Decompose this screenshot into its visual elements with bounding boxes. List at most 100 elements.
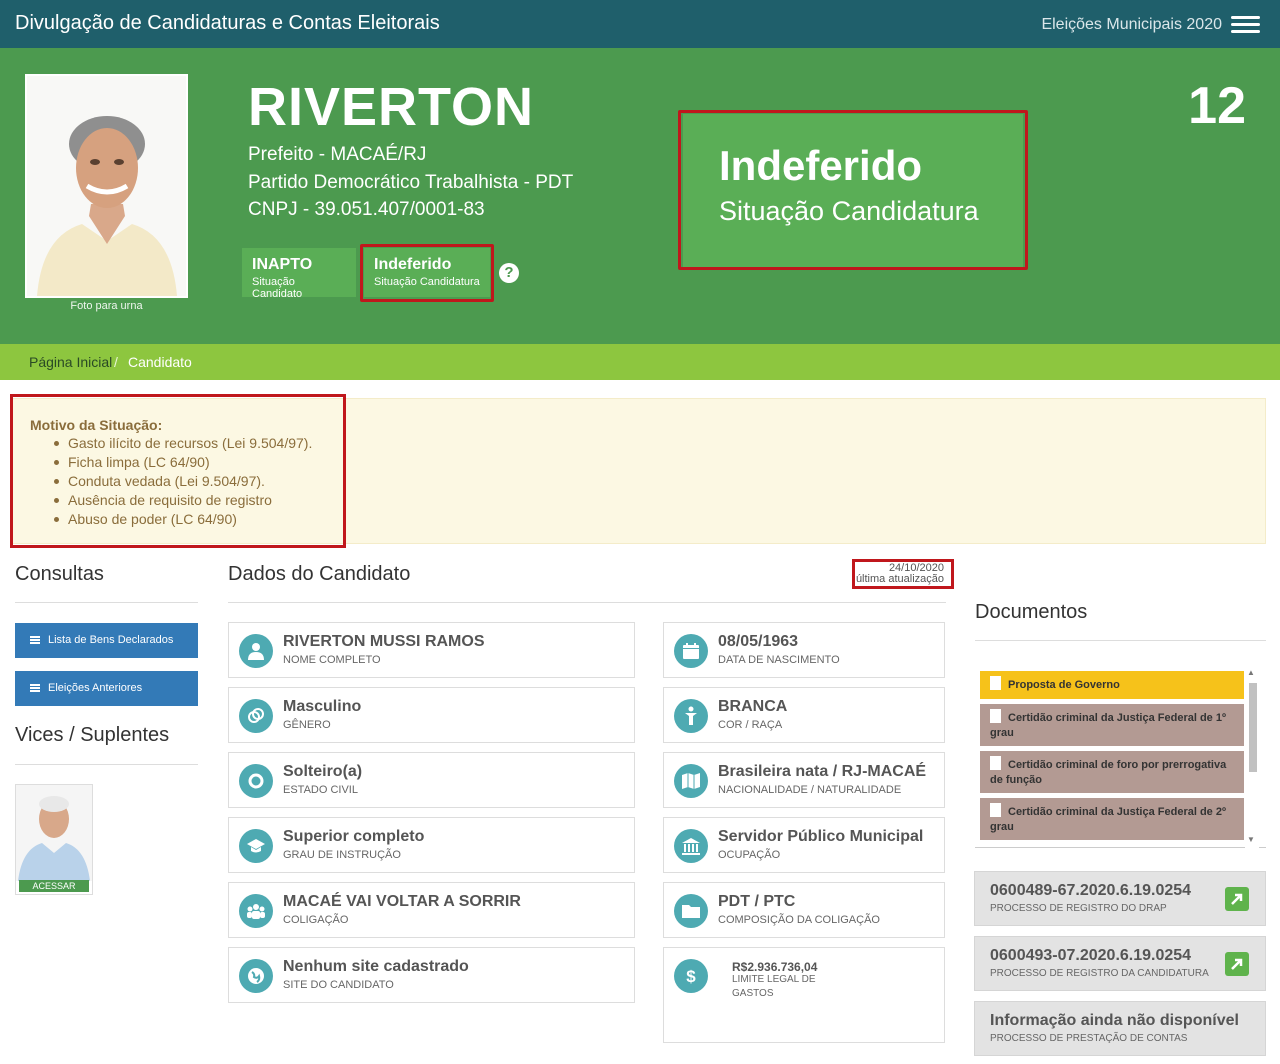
- card-label: COLIGAÇÃO: [283, 914, 349, 926]
- documents-list[interactable]: Proposta de Governo Certidão criminal da…: [975, 662, 1266, 848]
- situation-reason-title: Motivo da Situação:: [30, 417, 163, 433]
- card-label: OCUPAÇÃO: [718, 849, 781, 861]
- breadcrumb-separator: /: [114, 354, 118, 370]
- button-label: Lista de Bens Declarados: [48, 634, 174, 646]
- card-value: Nenhum site cadastrado: [283, 958, 469, 975]
- external-link-icon[interactable]: [1225, 887, 1249, 911]
- candidate-status-badge: INAPTO Situação Candidato: [242, 248, 356, 300]
- vices-heading: Vices / Suplentes: [15, 724, 170, 746]
- occupation-card: Servidor Público Municipal OCUPAÇÃO: [663, 817, 945, 873]
- process-number: 0600493-07.2020.6.19.0254: [990, 947, 1192, 964]
- folder-icon: [674, 894, 708, 928]
- dollar-icon: $: [674, 959, 708, 993]
- declared-assets-button[interactable]: Lista de Bens Declarados: [15, 623, 198, 658]
- breadcrumb-home-link[interactable]: Página Inicial: [29, 354, 112, 370]
- scroll-up-icon[interactable]: ▲: [1247, 668, 1255, 677]
- last-update-box: 24/10/2020 última atualização: [852, 559, 954, 589]
- list-icon: [30, 636, 40, 644]
- group-icon: [239, 894, 273, 928]
- bank-icon: [674, 829, 708, 863]
- divider: [15, 764, 198, 765]
- reason-item: Ausência de requisito de registro: [54, 491, 312, 510]
- document-item[interactable]: Certidão criminal da Justiça Federal de …: [980, 704, 1244, 746]
- gender-card: Masculino GÊNERO: [228, 687, 635, 743]
- badge-subtitle: Situação Candidato: [252, 276, 303, 300]
- card-label: SITE DO CANDIDATO: [283, 979, 394, 991]
- spending-limit-value: R$2.936.736,04: [732, 960, 818, 974]
- scrollbar-thumb[interactable]: [1249, 683, 1257, 772]
- document-item[interactable]: Certidão criminal da Justiça Federal de …: [980, 798, 1244, 840]
- photo-caption: Foto para urna: [70, 300, 143, 312]
- candidate-number: 12: [1188, 77, 1246, 135]
- full-name-card: RIVERTON MUSSI RAMOS NOME COMPLETO: [228, 622, 635, 678]
- candidate-header: Foto para urna RIVERTON Prefeito - MACAÉ…: [0, 48, 1280, 344]
- document-label: Proposta de Governo: [1008, 679, 1120, 691]
- map-icon: [674, 764, 708, 798]
- candidate-cnpj: CNPJ - 39.051.407/0001-83: [248, 199, 485, 220]
- document-label: Certidão criminal da Justiça Federal de …: [990, 806, 1226, 833]
- card-label: ESTADO CIVIL: [283, 784, 358, 796]
- document-item-proposal[interactable]: Proposta de Governo: [980, 671, 1244, 699]
- highlight-box: [360, 244, 494, 302]
- spending-limit-label: GASTOS: [732, 988, 774, 999]
- svg-text:$: $: [686, 967, 696, 986]
- accounts-process-card: Informação ainda não disponível PROCESSO…: [974, 1001, 1266, 1056]
- divider: [975, 640, 1266, 641]
- process-number: 0600489-67.2020.6.19.0254: [990, 882, 1192, 899]
- previous-elections-button[interactable]: Eleições Anteriores: [15, 671, 198, 706]
- card-value: Brasileira nata / RJ-MACAÉ: [718, 763, 927, 780]
- site-title[interactable]: Divulgação de Candidaturas e Contas Elei…: [15, 12, 440, 35]
- graduation-cap-icon: [239, 829, 273, 863]
- website-card: Nenhum site cadastrado SITE DO CANDIDATO: [228, 947, 635, 1003]
- reason-item: Ficha limpa (LC 64/90): [54, 453, 312, 472]
- breadcrumb: Página Inicial / Candidato: [0, 344, 1280, 380]
- card-value: 08/05/1963: [718, 633, 799, 650]
- document-label: Certidão criminal da Justiça Federal de …: [990, 712, 1226, 739]
- card-value: Servidor Público Municipal: [718, 828, 924, 845]
- candidate-photo: [25, 74, 188, 298]
- coalition-parties-card: PDT / PTC COMPOSIÇÃO DA COLIGAÇÃO: [663, 882, 945, 938]
- reason-item: Conduta vedada (Lei 9.504/97).: [54, 472, 312, 491]
- file-icon: [990, 756, 1001, 770]
- list-icon: [30, 684, 40, 692]
- big-status-title: Indeferido: [719, 142, 923, 189]
- top-bar: Divulgação de Candidaturas e Contas Elei…: [0, 0, 1280, 48]
- education-card: Superior completo GRAU DE INSTRUÇÃO: [228, 817, 635, 873]
- drap-process-card: 0600489-67.2020.6.19.0254 PROCESSO DE RE…: [974, 871, 1266, 926]
- process-number: Informação ainda não disponível: [990, 1012, 1239, 1029]
- scroll-down-icon[interactable]: ▼: [1247, 835, 1255, 844]
- nationality-card: Brasileira nata / RJ-MACAÉ NACIONALIDADE…: [663, 752, 945, 808]
- external-link-icon[interactable]: [1225, 952, 1249, 976]
- reason-item: Gasto ilícito de recursos (Lei 9.504/97)…: [54, 434, 312, 453]
- breadcrumb-current: Candidato: [128, 354, 192, 370]
- card-label: GRAU DE INSTRUÇÃO: [283, 849, 401, 861]
- card-value: Solteiro(a): [283, 763, 363, 780]
- calendar-icon: [674, 634, 708, 668]
- card-value: Superior completo: [283, 828, 425, 845]
- process-label: PROCESSO DE REGISTRO DA CANDIDATURA: [990, 968, 1209, 979]
- card-label: GÊNERO: [283, 719, 331, 731]
- person-standing-icon: [674, 699, 708, 733]
- consultas-heading: Consultas: [15, 563, 104, 585]
- card-label: DATA DE NASCIMENTO: [718, 654, 840, 666]
- help-icon[interactable]: ?: [499, 263, 519, 283]
- card-value: BRANCA: [718, 698, 788, 715]
- vice-candidate-card[interactable]: ACESSAR: [15, 784, 93, 895]
- vice-photo: [16, 785, 92, 881]
- card-value: Masculino: [283, 698, 362, 715]
- last-update-label: última atualização: [855, 573, 944, 585]
- hamburger-menu-icon[interactable]: [1231, 16, 1260, 34]
- spending-limit-card: $ R$2.936.736,04 LIMITE LEGAL DE GASTOS: [663, 947, 945, 1043]
- race-card: BRANCA COR / RAÇA: [663, 687, 945, 743]
- divider: [15, 602, 198, 603]
- big-status-subtitle: Situação Candidatura: [719, 196, 979, 226]
- document-item[interactable]: Certidão criminal de foro por prerrogati…: [980, 751, 1244, 793]
- spending-limit-label: LIMITE LEGAL DE: [732, 974, 816, 985]
- badge-title: INAPTO: [252, 256, 313, 273]
- gender-icon: [239, 699, 273, 733]
- situation-reason-list: Gasto ilícito de recursos (Lei 9.504/97)…: [54, 434, 312, 529]
- person-icon: [239, 634, 273, 668]
- file-icon: [990, 676, 1001, 690]
- file-icon: [990, 709, 1001, 723]
- process-label: PROCESSO DE PRESTAÇÃO DE CONTAS: [990, 1033, 1188, 1044]
